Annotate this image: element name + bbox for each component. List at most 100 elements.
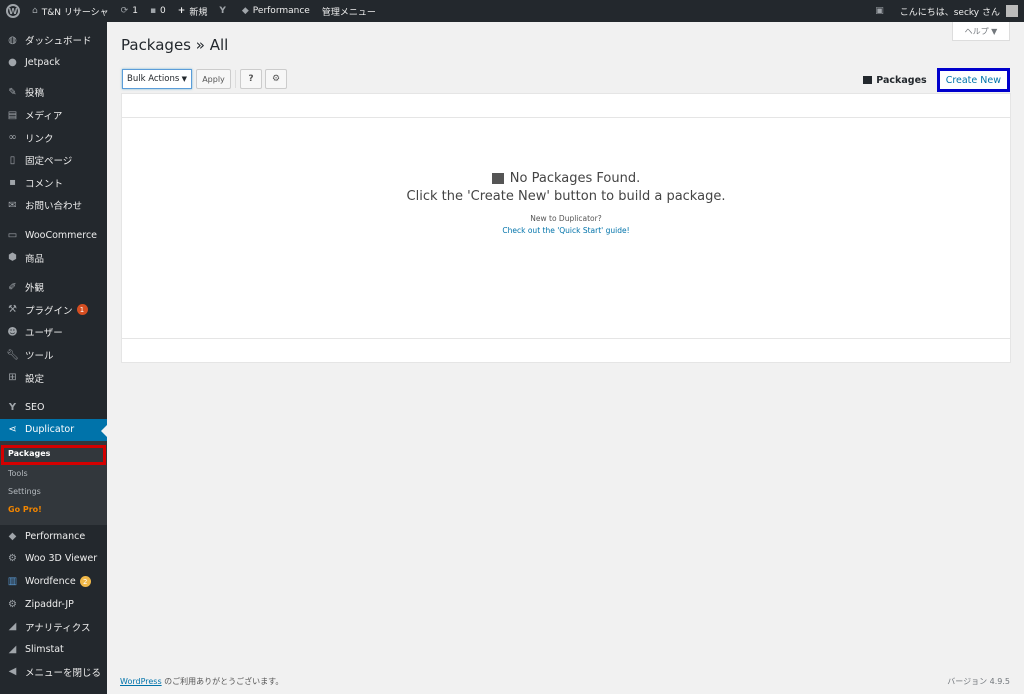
help-tab-button[interactable]: ヘルプ ▼ (952, 22, 1010, 41)
jetpack-icon: ● (8, 57, 17, 69)
collapse-menu-button[interactable]: ◀ メニューを閉じる (0, 661, 107, 684)
footer-version: バージョン 4.9.5 (947, 677, 1010, 686)
submenu-tools[interactable]: Tools (0, 465, 107, 483)
avatar (1006, 5, 1018, 17)
menu-links[interactable]: ∞ リンク (0, 126, 107, 149)
menu-posts[interactable]: ✎ 投稿 (0, 81, 107, 104)
admin-menu-link[interactable]: 管理メニュー (316, 0, 382, 22)
site-name-menu[interactable]: ⌂ T&N リサーシャ (26, 0, 115, 22)
help-button[interactable]: ? (240, 69, 262, 89)
quick-start-link[interactable]: Check out the 'Quick Start' guide! (122, 226, 1010, 235)
menu-tools[interactable]: 🔧︎ ツール (0, 344, 107, 367)
gear-icon: ⚙ (8, 553, 17, 565)
new-label: 新規 (189, 7, 208, 18)
menu-label: Wordfence (25, 576, 76, 588)
menu-analytics[interactable]: ◢ アナリティクス (0, 615, 107, 638)
menu-label: 外観 (25, 283, 45, 295)
menu-pages[interactable]: ▯ 固定ページ (0, 149, 107, 172)
menu-woocommerce[interactable]: ▭ WooCommerce (0, 224, 107, 247)
packages-toolbar: Bulk Actions ▼ Apply ? ⚙ (122, 69, 290, 89)
menu-contact[interactable]: ✉ お問い合わせ (0, 194, 107, 217)
menu-label: コメント (25, 178, 64, 190)
menu-slimstat[interactable]: ◢ Slimstat (0, 638, 107, 661)
menu-comments[interactable]: ▪ コメント (0, 172, 107, 195)
menu-seo[interactable]: Y SEO (0, 396, 107, 419)
create-new-button[interactable]: Create New (936, 68, 1010, 92)
yoast-icon: Y (219, 6, 226, 16)
wordpress-logo-icon: W (6, 4, 20, 18)
menu-label: Zipaddr-JP (25, 598, 74, 610)
menu-plugins[interactable]: ⚒ プラグイン 1 (0, 299, 107, 322)
menu-media[interactable]: ▤ メディア (0, 104, 107, 127)
collapse-icon: ◀ (8, 666, 17, 678)
site-name: T&N リサーシャ (41, 7, 109, 18)
my-account-menu[interactable]: こんにちは、secky さん (894, 0, 1024, 22)
menu-label: 固定ページ (25, 156, 73, 168)
table-header (122, 94, 1010, 118)
menu-label: Performance (25, 530, 86, 542)
wordfence-icon: ▥ (7, 576, 18, 588)
menu-jetpack[interactable]: ● Jetpack (0, 52, 107, 75)
seo-menu[interactable]: Y (213, 0, 236, 22)
wordpress-link[interactable]: WordPress (120, 677, 162, 686)
menu-users[interactable]: ☻ ユーザー (0, 321, 107, 344)
comments-count: 0 (160, 6, 166, 16)
footer-thanks-text: のご利用ありがとうございます。 (161, 677, 284, 686)
gear-icon: ⚙ (271, 74, 281, 84)
seo-icon: Y (8, 401, 17, 413)
user-icon: ☻ (7, 326, 18, 338)
appearance-icon: ✐ (8, 281, 17, 293)
menu-wordfence[interactable]: ▥ Wordfence 2 (0, 570, 107, 593)
archive-icon (863, 76, 873, 84)
submenu-packages[interactable]: Packages (1, 445, 106, 466)
menu-appearance[interactable]: ✐ 外観 (0, 276, 107, 299)
share-icon: ⋖ (8, 424, 17, 436)
archive-icon (491, 173, 504, 184)
menu-label: お問い合わせ (25, 201, 83, 213)
admin-bar: W ⌂ T&N リサーシャ ⟳ 1 ▪ 0 + 新規 Y ◆ Performan… (0, 0, 1024, 22)
settings-button[interactable]: ⚙ (265, 69, 287, 89)
question-icon: ? (248, 74, 254, 84)
home-icon: ⌂ (32, 6, 38, 16)
wp-logo-menu[interactable]: W (0, 0, 26, 22)
menu-label: 投稿 (25, 88, 45, 100)
empty-title-row: No Packages Found. (122, 171, 1010, 186)
new-content-menu[interactable]: + 新規 (172, 0, 214, 22)
table-footer (122, 338, 1010, 362)
performance-icon: ◆ (241, 6, 249, 16)
packages-actions: Packages Create New (863, 68, 1010, 92)
plugin-update-badge: 1 (76, 304, 88, 316)
menu-label: メニューを閉じる (25, 667, 102, 679)
monitor-icon: ▣ (875, 6, 884, 16)
menu-label: アナリティクス (25, 622, 91, 634)
updates-menu[interactable]: ⟳ 1 (115, 0, 144, 22)
settings-icon: ⊞ (8, 372, 17, 384)
empty-title: No Packages Found. (509, 171, 641, 186)
menu-dashboard[interactable]: ◍ ダッシュボード (0, 29, 107, 52)
duplicator-submenu: Packages Tools Settings Go Pro! (0, 441, 107, 526)
menu-label: Slimstat (25, 643, 64, 655)
performance-menu[interactable]: ◆ Performance (236, 0, 316, 22)
comments-menu[interactable]: ▪ 0 (144, 0, 172, 22)
menu-zipaddr[interactable]: ⚙ Zipaddr-JP (0, 593, 107, 616)
apply-button[interactable]: Apply (196, 69, 231, 89)
menu-woo-3d-viewer[interactable]: ⚙ Woo 3D Viewer (0, 548, 107, 571)
menu-label: プラグイン (25, 305, 73, 317)
menu-label: SEO (25, 401, 45, 413)
bulk-actions-select[interactable]: Bulk Actions ▼ (122, 69, 192, 89)
submenu-gopro[interactable]: Go Pro! (0, 501, 107, 519)
chart-icon: ◢ (8, 643, 17, 655)
wordfence-badge: 2 (79, 576, 91, 588)
menu-performance[interactable]: ◆ Performance (0, 525, 107, 548)
submenu-settings[interactable]: Settings (0, 483, 107, 501)
menu-products[interactable]: ⬢ 商品 (0, 246, 107, 269)
new-to-duplicator: New to Duplicator? (530, 214, 602, 223)
screen-icon-item[interactable]: ▣ (869, 0, 894, 22)
packages-tab[interactable]: Packages (863, 74, 927, 86)
performance-icon: ◆ (8, 530, 17, 542)
packages-label: Packages (876, 74, 927, 86)
menu-settings[interactable]: ⊞ 設定 (0, 366, 107, 389)
menu-label: ダッシュボード (25, 36, 92, 48)
wrench-icon: 🔧︎ (6, 349, 19, 361)
menu-duplicator[interactable]: ⋖ Duplicator (0, 418, 107, 442)
